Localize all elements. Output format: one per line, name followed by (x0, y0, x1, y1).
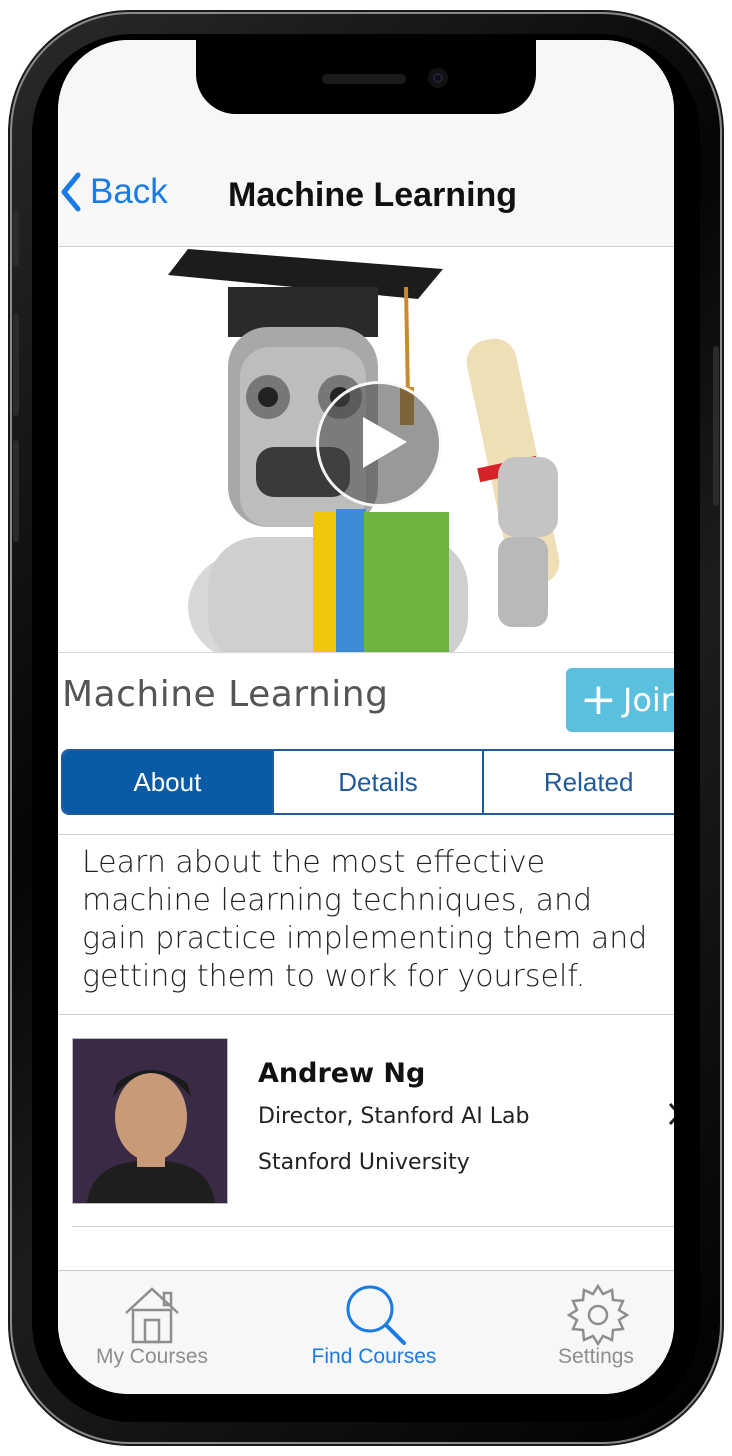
tab-about[interactable]: About (63, 751, 274, 813)
tab-settings[interactable]: Settings (506, 1271, 674, 1381)
tab-related[interactable]: Related (484, 751, 674, 813)
tab-bar: My Courses Find Courses Settings (58, 1270, 674, 1394)
instructor-photo (72, 1038, 228, 1204)
power-button (713, 346, 719, 506)
back-button[interactable]: Back (60, 172, 168, 212)
app-screen: Back Machine Learning Machine Learning +… (58, 40, 674, 1394)
instructor-avatar (73, 1039, 227, 1203)
home-icon (125, 1287, 179, 1344)
divider (58, 1014, 674, 1015)
course-description: Learn about the most effective machine l… (82, 845, 648, 994)
tab-label: My Courses (95, 1345, 209, 1368)
tab-details[interactable]: Details (273, 751, 485, 813)
instructor-organization: Stanford University (258, 1150, 470, 1175)
join-button[interactable]: + Join (566, 668, 674, 732)
course-video[interactable] (58, 247, 674, 653)
speaker-grille (322, 74, 406, 84)
instructor-role: Director, Stanford AI Lab (258, 1104, 530, 1129)
segmented-tabs: About Details Related (61, 749, 674, 815)
chevron-right-icon (668, 1102, 674, 1126)
divider (72, 1226, 674, 1227)
tab-label: Settings (558, 1345, 634, 1368)
tab-my-courses[interactable]: My Courses (62, 1271, 242, 1381)
instructor-name: Andrew Ng (258, 1058, 426, 1089)
volume-down-button (13, 440, 19, 542)
join-label: Join (622, 681, 674, 719)
chevron-left-icon (61, 172, 81, 212)
volume-up-button (13, 314, 19, 416)
search-icon (346, 1285, 406, 1345)
plus-icon: + (580, 674, 617, 725)
phone-notch (196, 40, 536, 114)
instructor-row[interactable]: Andrew Ng Director, Stanford AI Lab Stan… (72, 1038, 674, 1204)
tab-label: Find Courses (311, 1345, 437, 1368)
play-icon (363, 417, 407, 468)
back-label: Back (90, 172, 168, 211)
tab-find-courses[interactable]: Find Courses (284, 1271, 464, 1381)
page-title: Machine Learning (228, 176, 518, 214)
mute-switch (13, 210, 19, 266)
play-button[interactable] (316, 381, 442, 507)
camera-icon (428, 68, 448, 88)
gear-icon (566, 1283, 630, 1347)
course-title: Machine Learning (62, 674, 389, 715)
divider (58, 834, 674, 835)
